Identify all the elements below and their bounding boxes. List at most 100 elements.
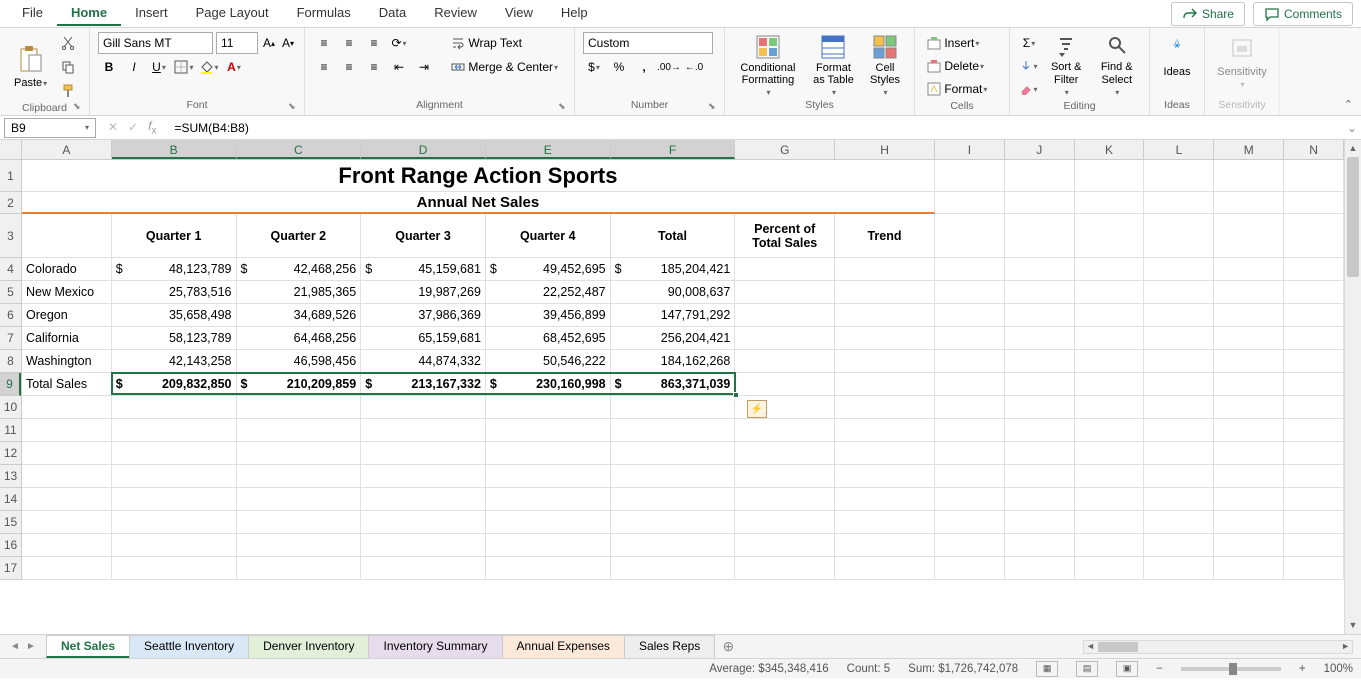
cell[interactable] [735, 373, 835, 396]
menu-formulas[interactable]: Formulas [283, 1, 365, 26]
cell[interactable] [1005, 465, 1075, 488]
cancel-formula-button[interactable]: ✕ [108, 120, 118, 134]
find-select-button[interactable]: Find & Select▾ [1092, 32, 1141, 100]
cell[interactable] [237, 442, 362, 465]
column-header-C[interactable]: C [237, 140, 362, 159]
cell[interactable]: Front Range Action Sports [22, 160, 935, 192]
cell[interactable] [22, 419, 112, 442]
cell[interactable] [1075, 534, 1145, 557]
cell[interactable] [1144, 419, 1214, 442]
cell[interactable]: Quarter 1 [112, 214, 237, 258]
cell[interactable] [1144, 350, 1214, 373]
cell[interactable] [611, 419, 736, 442]
cell[interactable]: $45,159,681 [361, 258, 486, 281]
fill-color-button[interactable]: ▾ [198, 56, 220, 78]
cell-styles-button[interactable]: Cell Styles▾ [864, 32, 906, 99]
cell[interactable] [1005, 304, 1075, 327]
cut-button[interactable] [57, 32, 79, 54]
row-header-1[interactable]: 1 [0, 160, 21, 192]
cell[interactable] [1214, 214, 1284, 258]
menu-file[interactable]: File [8, 1, 57, 26]
sheet-tab-net-sales[interactable]: Net Sales [46, 635, 130, 658]
cell[interactable] [835, 419, 935, 442]
font-dialog-launcher[interactable]: ⬊ [288, 101, 300, 113]
cell[interactable] [935, 350, 1005, 373]
insert-cells-button[interactable]: Insert▾ [923, 32, 1001, 54]
cell[interactable] [22, 465, 112, 488]
copy-button[interactable] [57, 56, 79, 78]
cell[interactable] [1005, 327, 1075, 350]
cell[interactable]: $210,209,859 [237, 373, 362, 396]
row-header-10[interactable]: 10 [0, 396, 21, 419]
cell[interactable] [1144, 534, 1214, 557]
menu-view[interactable]: View [491, 1, 547, 26]
cell[interactable] [735, 281, 835, 304]
cells-area[interactable]: Front Range Action SportsAnnual Net Sale… [22, 160, 1344, 617]
cell[interactable] [1075, 511, 1145, 534]
vertical-scrollbar[interactable]: ▲ ▼ [1344, 140, 1361, 634]
cell[interactable] [1284, 534, 1344, 557]
cell[interactable] [112, 419, 237, 442]
fx-button[interactable]: fx [148, 119, 156, 136]
cell[interactable]: $49,452,695 [486, 258, 611, 281]
cell[interactable] [835, 258, 935, 281]
cell[interactable]: 37,986,369 [361, 304, 486, 327]
cell[interactable] [611, 511, 736, 534]
new-sheet-button[interactable]: ⊕ [714, 638, 742, 655]
cell[interactable] [1144, 396, 1214, 419]
fill-button[interactable]: ▾ [1018, 55, 1040, 77]
cell[interactable] [611, 465, 736, 488]
cell[interactable] [735, 350, 835, 373]
cell[interactable] [1214, 534, 1284, 557]
cell[interactable] [1144, 488, 1214, 511]
cell[interactable] [361, 511, 486, 534]
cell[interactable]: Colorado [22, 258, 112, 281]
cell[interactable] [611, 557, 736, 580]
cell[interactable] [1005, 373, 1075, 396]
cell[interactable] [935, 327, 1005, 350]
sheet-tab-annual-expenses[interactable]: Annual Expenses [502, 635, 625, 658]
cell[interactable] [1144, 258, 1214, 281]
column-header-A[interactable]: A [22, 140, 112, 159]
cell[interactable] [1005, 488, 1075, 511]
cell[interactable] [1075, 396, 1145, 419]
align-middle-button[interactable]: ≡ [338, 32, 360, 54]
cell[interactable] [361, 534, 486, 557]
column-header-N[interactable]: N [1284, 140, 1344, 159]
row-header-6[interactable]: 6 [0, 304, 21, 327]
cell[interactable] [935, 534, 1005, 557]
cell[interactable] [1284, 373, 1344, 396]
column-header-F[interactable]: F [611, 140, 736, 159]
percent-button[interactable]: % [608, 56, 630, 78]
column-header-H[interactable]: H [835, 140, 935, 159]
cell[interactable] [1214, 281, 1284, 304]
cell[interactable] [835, 442, 935, 465]
number-format-select[interactable] [583, 32, 713, 54]
conditional-formatting-button[interactable]: Conditional Formatting▾ [733, 32, 803, 99]
accounting-button[interactable]: $▾ [583, 56, 605, 78]
wrap-text-button[interactable]: Wrap Text [445, 32, 528, 54]
row-header-13[interactable]: 13 [0, 465, 21, 488]
cell[interactable] [1284, 350, 1344, 373]
scroll-up-button[interactable]: ▲ [1345, 140, 1361, 157]
comments-button[interactable]: Comments [1253, 2, 1353, 26]
cell[interactable]: 39,456,899 [486, 304, 611, 327]
cell[interactable] [361, 465, 486, 488]
cell[interactable] [935, 511, 1005, 534]
column-headers[interactable]: ABCDEFGHIJKLMN [22, 140, 1344, 160]
cell[interactable] [237, 419, 362, 442]
menu-data[interactable]: Data [365, 1, 420, 26]
cell[interactable] [361, 419, 486, 442]
cell[interactable] [1214, 160, 1284, 192]
cell[interactable]: Percent of Total Sales [735, 214, 835, 258]
cell[interactable]: 68,452,695 [486, 327, 611, 350]
cell[interactable]: 42,143,258 [112, 350, 237, 373]
cell[interactable]: 25,783,516 [112, 281, 237, 304]
row-header-2[interactable]: 2 [0, 192, 21, 214]
cell[interactable] [1214, 396, 1284, 419]
cell[interactable] [735, 304, 835, 327]
cell[interactable] [1075, 214, 1145, 258]
cell[interactable] [1214, 465, 1284, 488]
row-header-3[interactable]: 3 [0, 214, 21, 258]
cell[interactable] [835, 304, 935, 327]
